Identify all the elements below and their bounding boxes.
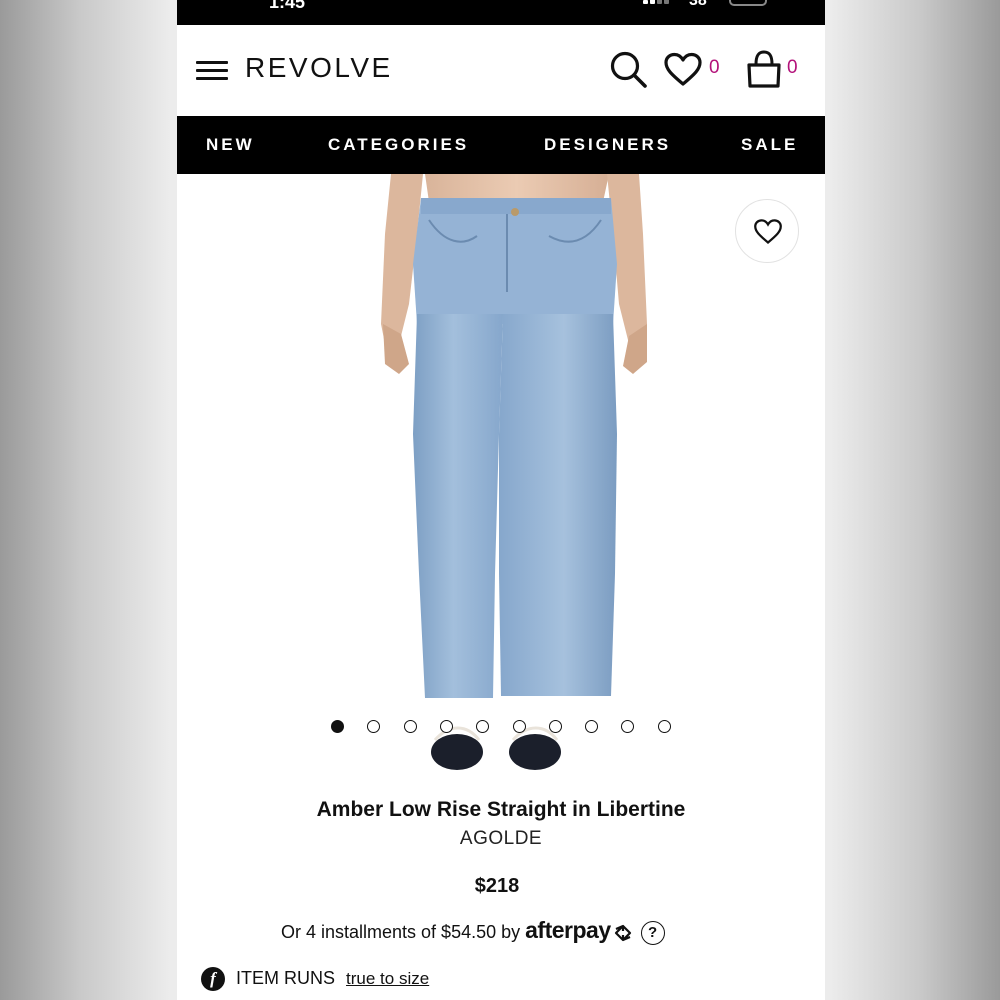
fit-info: f ITEM RUNS true to size: [201, 967, 429, 991]
battery-level: 38: [689, 0, 707, 9]
wishlist-heart-icon[interactable]: [663, 52, 703, 88]
gallery-dot[interactable]: [585, 720, 599, 733]
main-nav: NEW CATEGORIES DESIGNERS SALE: [177, 116, 825, 174]
heart-icon: [754, 219, 782, 244]
gallery-dot[interactable]: [657, 720, 671, 733]
brand-logo[interactable]: REVOLVE: [245, 52, 393, 84]
nav-categories[interactable]: CATEGORIES: [328, 135, 469, 155]
fit-predictor-icon: f: [201, 967, 225, 991]
fit-value-link[interactable]: true to size: [346, 969, 429, 988]
gallery-dot[interactable]: [331, 720, 344, 733]
hamburger-menu-icon[interactable]: [196, 61, 228, 81]
phone-screen: 1:45 38 REVOLVE 0 0 NEW CATEGORIES DESIG…: [177, 0, 825, 1000]
afterpay-logo: afterpay: [525, 917, 611, 943]
gallery-pagination: [331, 720, 671, 734]
search-icon[interactable]: [609, 50, 649, 90]
status-bar: 1:45 38: [177, 0, 825, 25]
status-time: 1:45: [269, 0, 306, 12]
gallery-dot[interactable]: [548, 720, 562, 733]
afterpay-help-icon[interactable]: ?: [640, 921, 665, 946]
wishlist-count: 0: [709, 57, 720, 78]
add-to-wishlist-button[interactable]: [735, 199, 799, 263]
installments-text: Or 4 installments of $54.50 by: [281, 922, 521, 942]
afterpay-arrows-icon: [614, 925, 631, 942]
gallery-dot[interactable]: [512, 720, 526, 733]
gallery-dot[interactable]: [439, 720, 453, 733]
nav-designers[interactable]: DESIGNERS: [544, 135, 671, 155]
site-header: REVOLVE 0 0: [177, 25, 825, 116]
product-designer[interactable]: AGOLDE: [177, 828, 825, 850]
afterpay-installments: Or 4 installments of $54.50 by afterpay …: [281, 917, 665, 946]
gallery-dot[interactable]: [621, 720, 635, 733]
product-name: Amber Low Rise Straight in Libertine: [316, 798, 686, 821]
battery-icon: [729, 0, 767, 6]
nav-sale[interactable]: SALE: [741, 135, 798, 155]
shopping-bag-icon[interactable]: [745, 49, 783, 89]
gallery-dot[interactable]: [367, 720, 381, 733]
gallery-dot[interactable]: [403, 720, 417, 733]
product-image: [381, 174, 647, 770]
nav-new[interactable]: NEW: [206, 135, 255, 155]
product-image-gallery[interactable]: [177, 174, 825, 786]
signal-icon: [643, 0, 673, 4]
gallery-dot[interactable]: [476, 720, 490, 733]
product-price: $218: [474, 875, 520, 897]
fit-label: ITEM RUNS: [236, 967, 336, 988]
cart-count: 0: [787, 57, 798, 78]
